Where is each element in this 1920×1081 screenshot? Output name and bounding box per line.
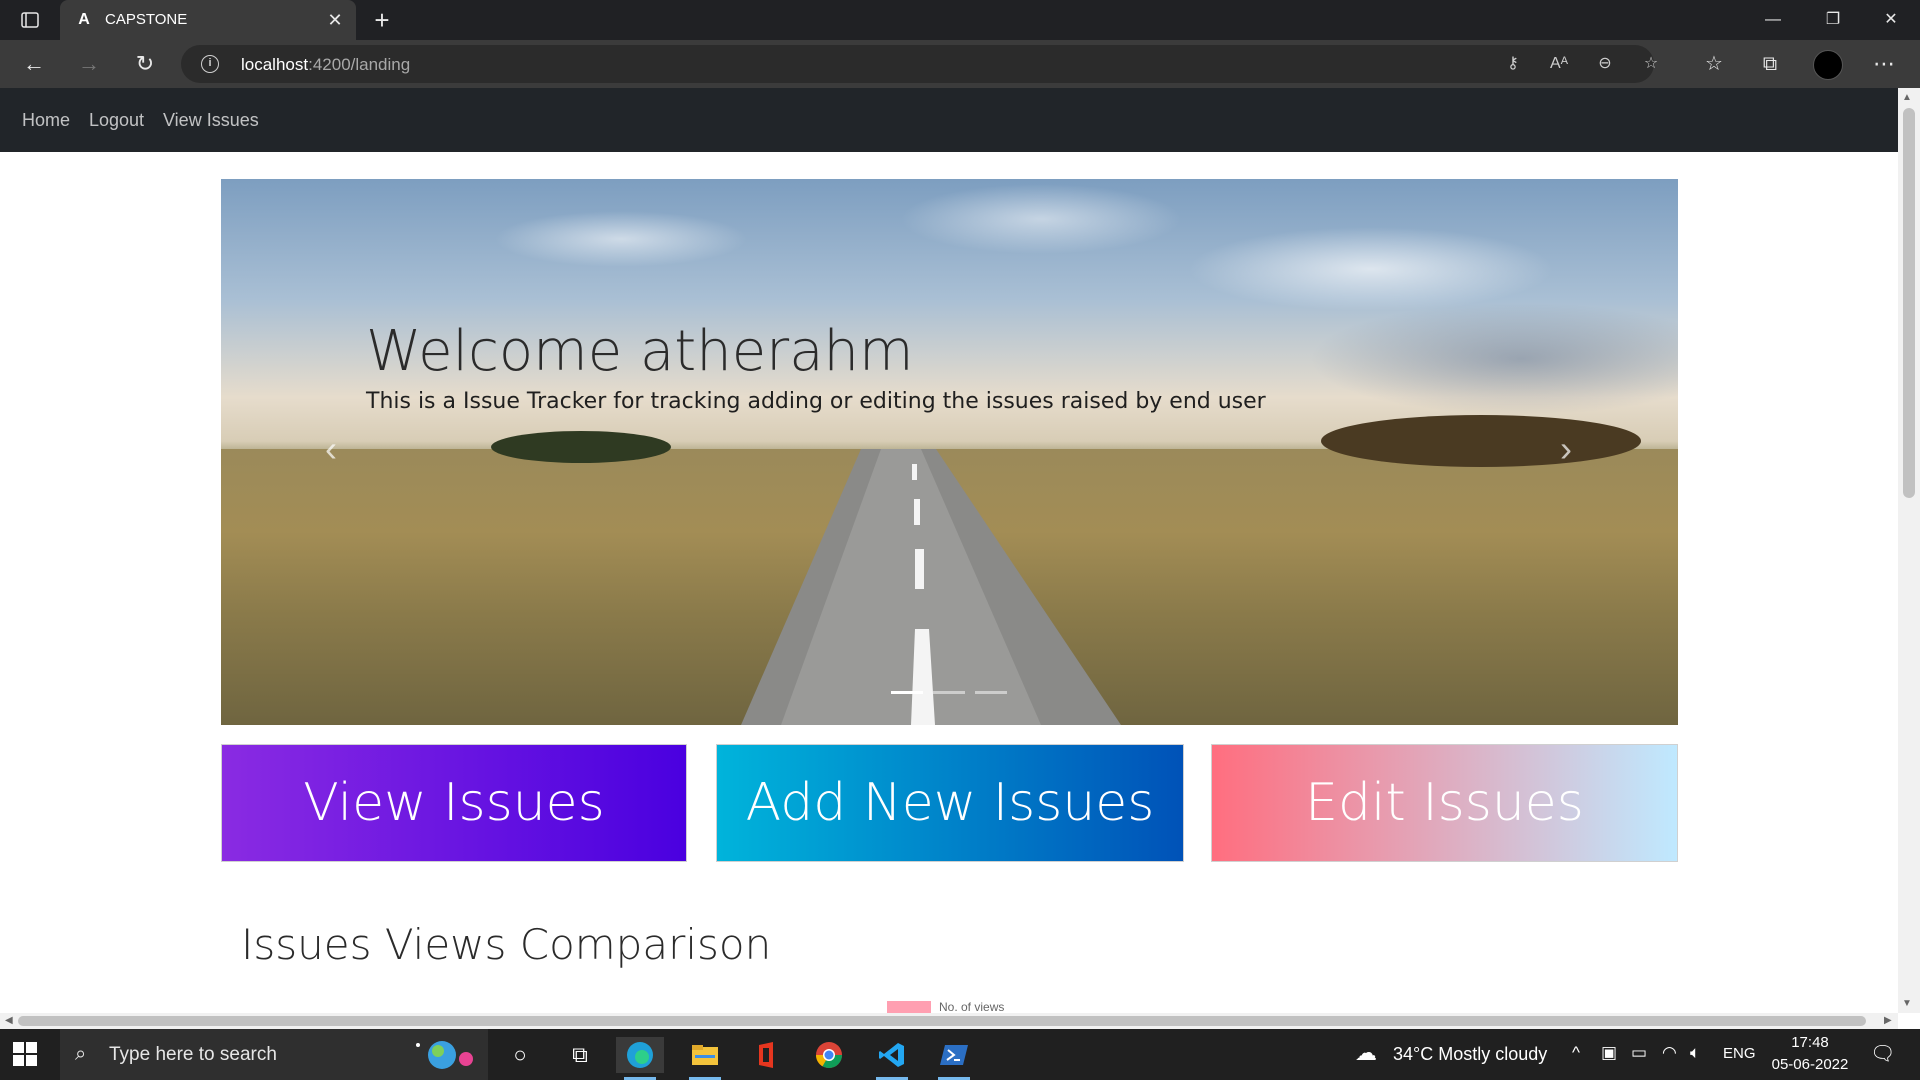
view-issues-button[interactable]: View Issues (221, 744, 687, 862)
battery-icon[interactable]: ▭ (1631, 1043, 1647, 1063)
legend-label: No. of views (939, 1000, 1005, 1013)
forward-arrow-icon[interactable]: → (73, 48, 105, 80)
hero-carousel: Welcome atherahm This is a Issue Tracker… (221, 179, 1678, 725)
add-new-issues-button[interactable]: Add New Issues (716, 744, 1184, 862)
task-view-icon[interactable]: ⧉ (556, 1037, 604, 1073)
back-arrow-icon[interactable]: ← (18, 48, 50, 80)
search-placeholder: Type here to search (109, 1044, 277, 1065)
taskbar-search-box[interactable]: ⌕ Type here to search (60, 1029, 488, 1080)
vertical-scrollbar[interactable]: ▲ ▼ (1898, 88, 1920, 1013)
nav-logout-link[interactable]: Logout (89, 110, 144, 131)
key-icon[interactable]: ⚷ (1501, 52, 1525, 76)
search-icon: ⌕ (75, 1043, 87, 1065)
file-explorer-icon[interactable] (681, 1037, 729, 1080)
browser-tab-bar: A CAPSTONE ✕ + — ❐ ✕ (0, 0, 1920, 40)
new-tab-plus-icon[interactable]: + (368, 6, 396, 34)
scroll-down-icon[interactable]: ▼ (1902, 998, 1912, 1009)
tab-title: CAPSTONE (105, 11, 188, 28)
volume-icon[interactable]: 🔈︎ (1690, 1043, 1700, 1063)
read-aloud-icon[interactable]: Aᴬ (1547, 52, 1571, 76)
clock-time[interactable]: 17:48 (1766, 1034, 1854, 1051)
more-menu-icon[interactable]: ⋯ (1868, 48, 1900, 80)
zoom-out-icon[interactable]: ⊖ (1593, 52, 1617, 76)
carousel-prev-icon[interactable]: ‹ (311, 429, 351, 469)
nav-home-link[interactable]: Home (22, 110, 70, 131)
close-window-icon[interactable]: ✕ (1863, 0, 1919, 40)
section-title: Issues Views Comparison (241, 920, 772, 969)
horizontal-scroll-thumb[interactable] (18, 1016, 1866, 1026)
nav-view-issues-link[interactable]: View Issues (163, 110, 259, 131)
angular-favicon-icon: A (78, 11, 90, 28)
refresh-icon[interactable]: ↻ (129, 48, 161, 80)
legend-swatch (887, 1000, 931, 1013)
scroll-right-icon[interactable]: ▶ (1884, 1015, 1892, 1026)
weather-cloud-icon[interactable]: ☁ (1355, 1040, 1377, 1066)
browser-tab-active[interactable]: A CAPSTONE ✕ (60, 0, 356, 40)
edit-issues-button[interactable]: Edit Issues (1211, 744, 1678, 862)
page-viewport: Home Logout View Issues Welcome atherahm… (0, 88, 1898, 1013)
tab-close-icon[interactable]: ✕ (324, 9, 346, 31)
add-favorite-icon[interactable]: ☆ (1639, 52, 1663, 76)
welcome-heading: Welcome atherahm (366, 319, 914, 384)
office-icon[interactable] (743, 1037, 791, 1073)
show-hidden-icons-chevron-icon[interactable]: ^ (1572, 1043, 1580, 1063)
horizontal-scrollbar[interactable]: ◀ ▶ (0, 1013, 1898, 1029)
carousel-caption: Welcome atherahm This is a Issue Tracker… (366, 319, 1266, 414)
carousel-indicator-3[interactable] (975, 691, 1007, 694)
road-image (491, 415, 1641, 725)
minimize-icon[interactable]: — (1745, 0, 1801, 40)
chart-legend: No. of views (887, 1000, 1004, 1013)
url-text[interactable]: localhost:4200/landing (241, 55, 410, 75)
search-highlight-icon (416, 1041, 473, 1069)
language-indicator[interactable]: ENG (1723, 1045, 1756, 1062)
browser-toolbar: ← → ↻ i localhost:4200/landing ⚷ Aᴬ ⊖ ☆ … (0, 40, 1920, 88)
restore-icon[interactable]: ❐ (1805, 0, 1861, 40)
collections-icon[interactable]: ⧉ (1754, 48, 1786, 80)
profile-avatar[interactable] (1813, 50, 1843, 80)
wifi-icon[interactable]: ◠ (1662, 1043, 1677, 1063)
edge-taskbar-icon[interactable] (616, 1037, 664, 1080)
carousel-indicator-2[interactable] (933, 691, 965, 694)
clock-date[interactable]: 05-06-2022 (1766, 1056, 1854, 1073)
windows-taskbar: ⌕ Type here to search ○ ⧉ ☁ 34°C Mostly … (0, 1029, 1920, 1080)
favorites-icon[interactable]: ☆ (1698, 48, 1730, 80)
carousel-indicator-1[interactable] (891, 691, 923, 694)
app-navbar: Home Logout View Issues (0, 88, 1898, 152)
chrome-icon[interactable] (805, 1037, 853, 1073)
carousel-next-icon[interactable]: › (1546, 429, 1586, 469)
notification-center-icon[interactable]: 🗨︎ (1870, 1041, 1895, 1066)
meet-now-icon[interactable]: ▣ (1601, 1043, 1617, 1063)
powershell-icon[interactable] (930, 1037, 978, 1080)
scroll-up-icon[interactable]: ▲ (1902, 92, 1912, 103)
welcome-description: This is a Issue Tracker for tracking add… (366, 389, 1266, 414)
weather-text[interactable]: 34°C Mostly cloudy (1393, 1044, 1547, 1065)
address-bar[interactable]: i localhost:4200/landing ⚷ Aᴬ ⊖ ☆ (181, 45, 1658, 83)
vertical-scroll-thumb[interactable] (1903, 108, 1915, 498)
vscode-icon[interactable] (868, 1037, 916, 1080)
tab-actions-icon[interactable] (20, 10, 40, 30)
scroll-left-icon[interactable]: ◀ (5, 1015, 13, 1026)
windows-start-icon[interactable] (12, 1041, 38, 1067)
site-info-icon[interactable]: i (201, 55, 219, 73)
cortana-icon[interactable]: ○ (496, 1037, 544, 1073)
